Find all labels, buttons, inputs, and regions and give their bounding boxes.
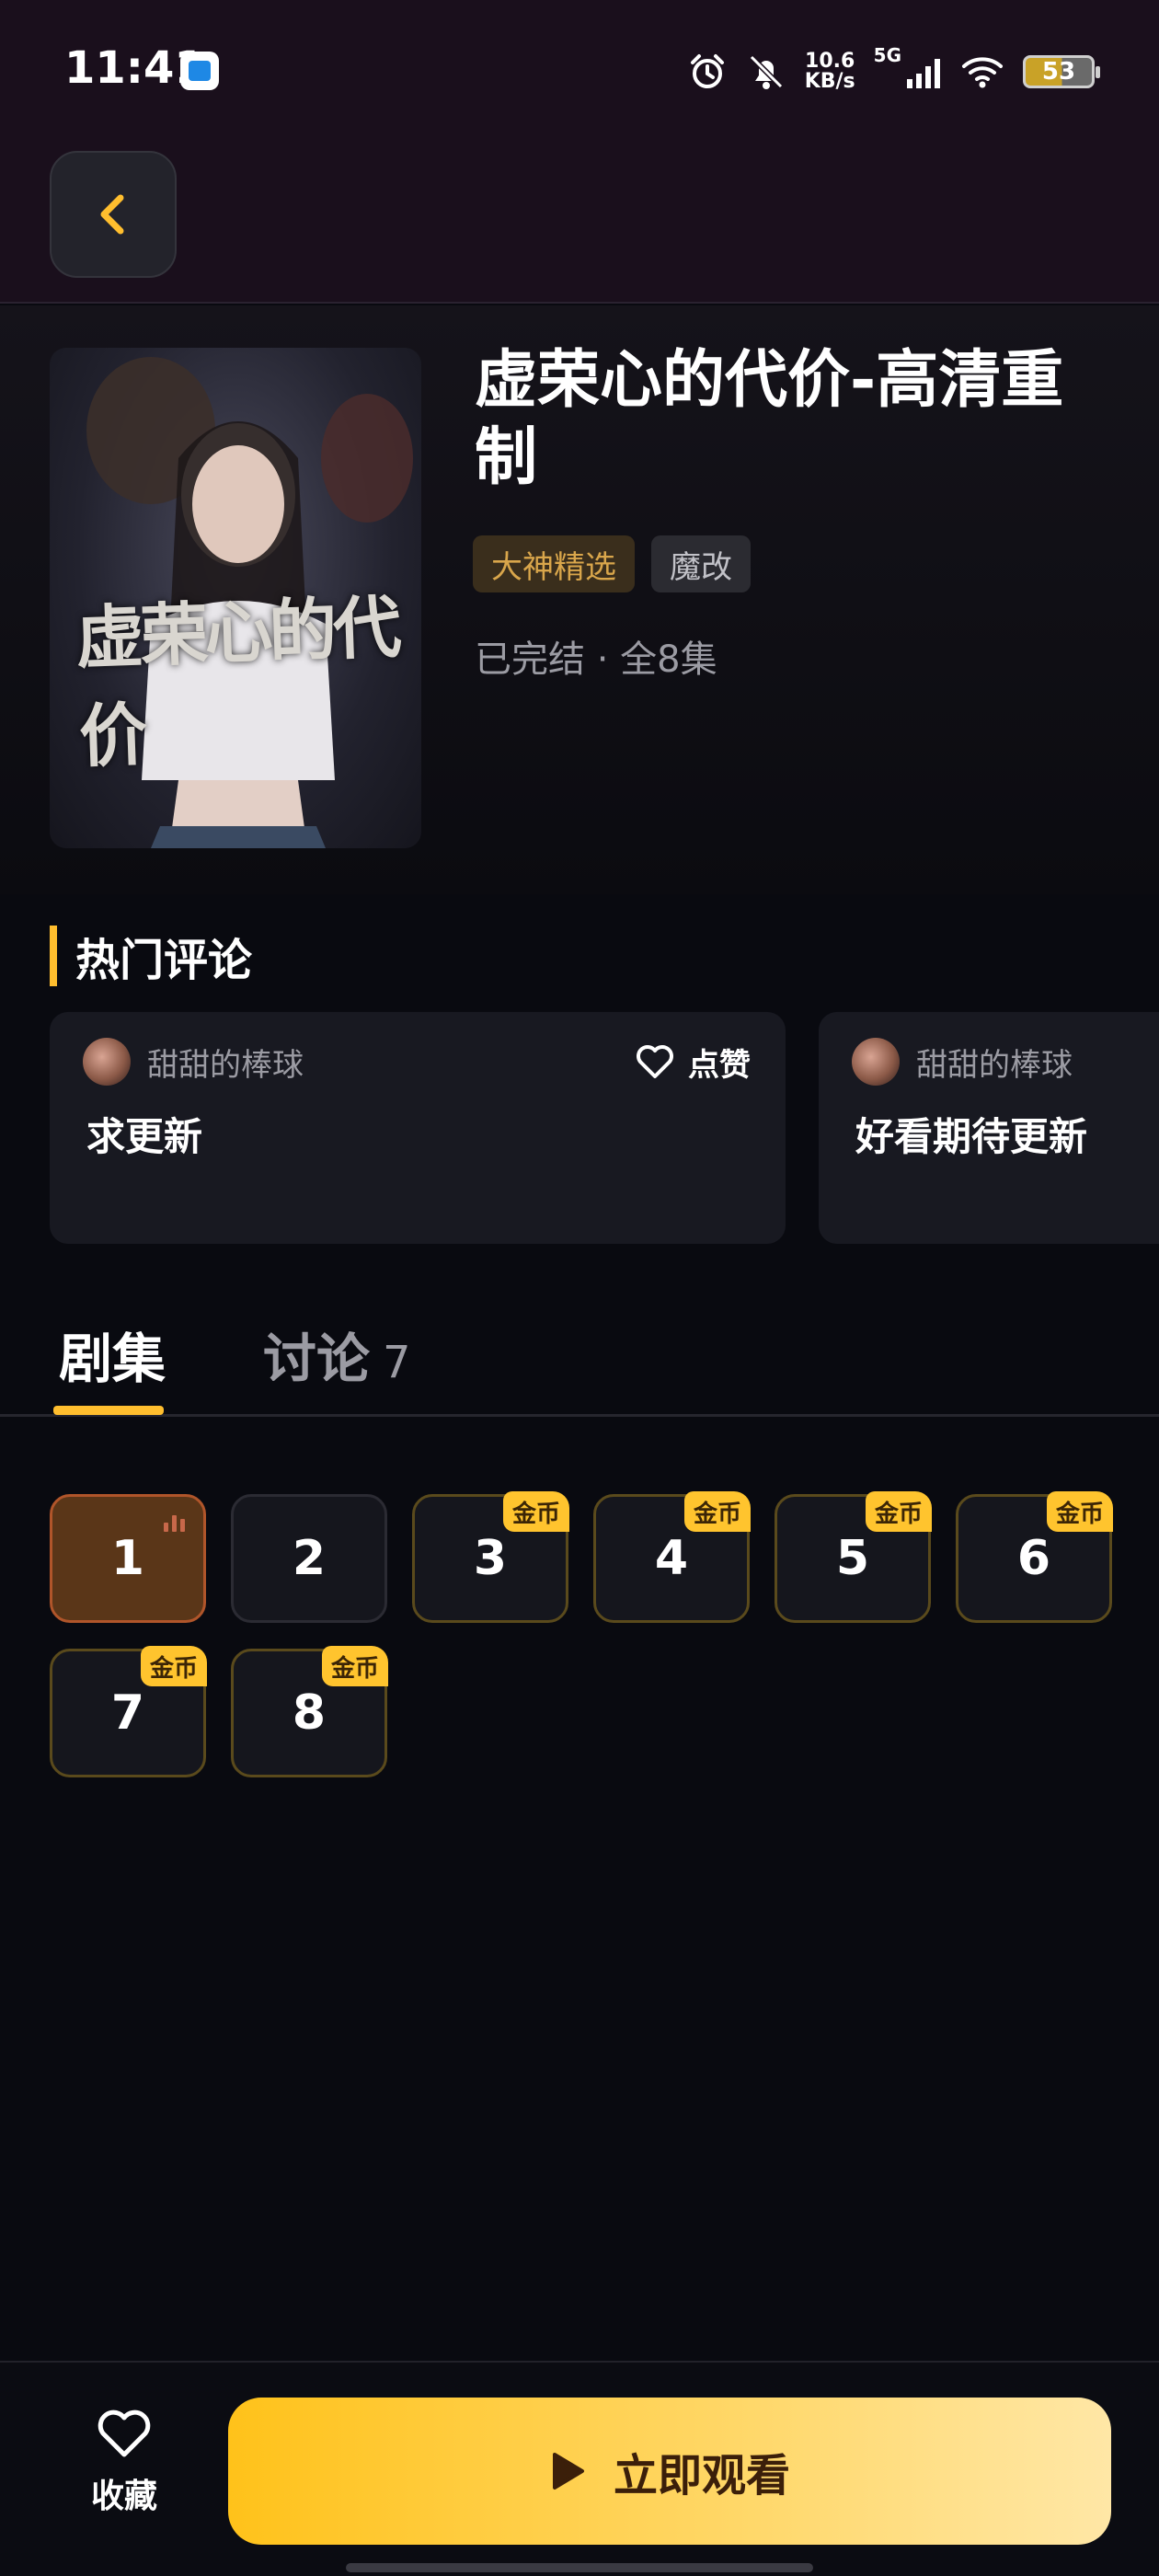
comment-username: 甜甜的棒球	[147, 1047, 304, 1084]
tab-discussion[interactable]: 讨论 7	[263, 1316, 411, 1393]
battery-level: 53	[1041, 58, 1076, 86]
episode-button-3[interactable]: 3 金币	[412, 1491, 569, 1623]
episode-button-2[interactable]: 2	[231, 1494, 387, 1623]
episode-number: 1	[110, 1531, 145, 1586]
episode-number: 7	[110, 1685, 145, 1741]
bell-muted-icon	[749, 54, 783, 89]
episode-number: 2	[292, 1531, 327, 1586]
episode-button-7[interactable]: 7 金币	[50, 1646, 207, 1777]
network-speed-unit: KB/s	[804, 70, 855, 93]
home-indicator[interactable]	[346, 2563, 813, 2572]
comment-text: 好看期待更新	[855, 1114, 1088, 1159]
tab-discussion-label: 讨论	[263, 1328, 371, 1390]
like-button[interactable]: 点赞	[635, 1034, 751, 1089]
coin-badge: 金币	[140, 1646, 207, 1686]
show-status: 已完结 · 全8集	[475, 638, 717, 681]
tag-featured[interactable]: 大神精选	[473, 535, 635, 592]
comments-carousel[interactable]: 甜甜的棒球 点赞 求更新 甜甜的棒球 好看期待更新	[50, 1012, 1159, 1246]
like-label: 点赞	[688, 1046, 751, 1084]
status-indicators: 10.6 KB/s 5G 53	[687, 44, 1100, 99]
coin-badge: 金币	[1046, 1491, 1113, 1532]
coin-badge: 金币	[683, 1491, 751, 1532]
section-title-hot-comments: 热门评论	[50, 926, 252, 986]
coin-badge: 金币	[321, 1646, 388, 1686]
favorite-button[interactable]: 收藏	[74, 2407, 175, 2536]
wifi-icon	[962, 57, 1003, 88]
watch-now-label: 立即观看	[613, 2450, 790, 2501]
network-type-label: 5G	[873, 44, 901, 66]
comment-card[interactable]: 甜甜的棒球 好看期待更新	[819, 1012, 1159, 1244]
status-bar: 11:41 10.6 KB/s 5G 53	[0, 0, 1159, 138]
tab-episodes[interactable]: 剧集	[59, 1316, 166, 1393]
poster-title: 虚荣心的代价	[74, 588, 399, 777]
active-tab-indicator	[53, 1406, 164, 1415]
heart-outline-icon	[98, 2409, 151, 2457]
signal-icon	[907, 59, 940, 88]
top-bar: 11:41 10.6 KB/s 5G 53	[0, 0, 1159, 304]
coin-badge: 金币	[865, 1491, 932, 1532]
content-tabs: 剧集 讨论 7	[0, 1288, 1159, 1417]
episode-number: 8	[292, 1685, 327, 1741]
episode-button-8[interactable]: 8 金币	[231, 1646, 388, 1777]
favorite-label: 收藏	[90, 2478, 157, 2515]
network-speed: 10.6 KB/s	[805, 52, 855, 92]
show-title: 虚荣心的代价-高清重制	[475, 344, 1064, 494]
episode-number: 6	[1016, 1531, 1051, 1586]
alarm-icon	[690, 54, 724, 88]
show-poster: 虚荣心的代价	[50, 348, 421, 848]
avatar[interactable]	[852, 1038, 900, 1086]
tag-genre[interactable]: 魔改	[651, 535, 751, 592]
episode-number: 5	[835, 1531, 870, 1586]
chevron-left-icon	[100, 194, 124, 235]
bottom-action-bar: 收藏 立即观看	[0, 2361, 1159, 2576]
coin-badge: 金币	[502, 1491, 569, 1532]
avatar[interactable]	[83, 1038, 131, 1086]
app-notification-icon	[180, 52, 219, 90]
back-button[interactable]	[50, 151, 177, 278]
comment-username: 甜甜的棒球	[916, 1047, 1073, 1084]
network-speed-value: 10.6	[805, 50, 855, 73]
comment-text: 求更新	[86, 1114, 203, 1159]
episode-button-5[interactable]: 5 金币	[775, 1491, 932, 1623]
watch-now-button[interactable]: 立即观看	[228, 2398, 1111, 2545]
battery-icon: 53	[1023, 55, 1100, 88]
heart-outline-icon	[637, 1045, 673, 1078]
episode-number: 3	[473, 1531, 508, 1586]
play-icon	[552, 2453, 584, 2490]
show-tags: 大神精选 魔改	[473, 535, 751, 592]
episode-button-6[interactable]: 6 金币	[956, 1491, 1113, 1623]
episode-number: 4	[654, 1531, 689, 1586]
comment-card[interactable]: 甜甜的棒球 点赞 求更新	[50, 1012, 786, 1244]
episode-button-1[interactable]: 1	[50, 1494, 206, 1623]
playing-indicator-icon	[164, 1515, 185, 1532]
episode-button-4[interactable]: 4 金币	[593, 1491, 751, 1623]
discussion-count: 7	[383, 1337, 411, 1388]
